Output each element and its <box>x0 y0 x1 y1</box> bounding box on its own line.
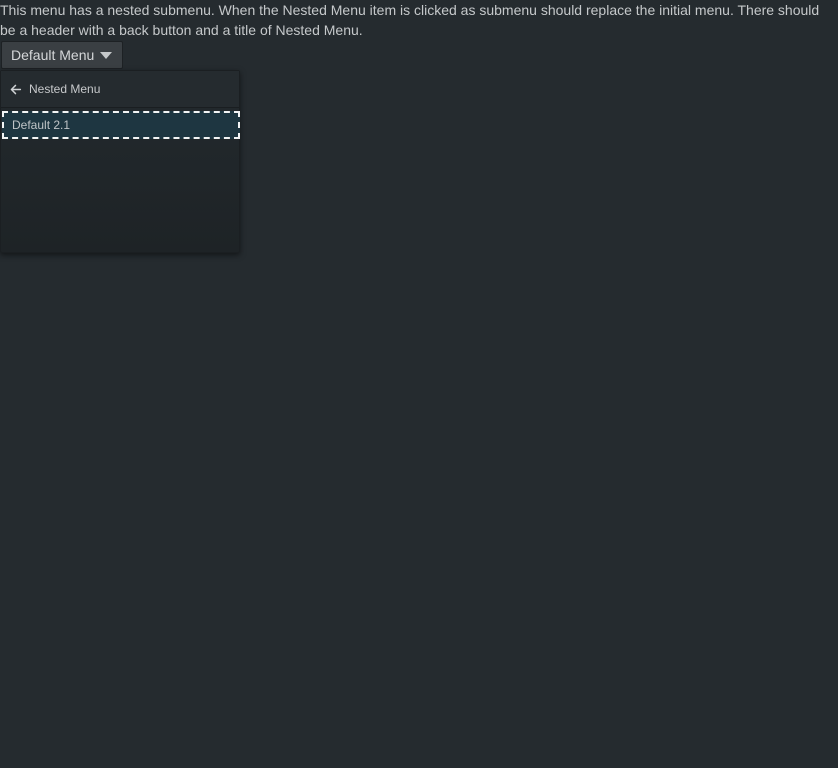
page-description: This menu has a nested submenu. When the… <box>0 2 820 38</box>
back-button[interactable] <box>1 71 29 107</box>
caret-down-icon <box>100 52 113 59</box>
submenu-header: Nested Menu <box>1 71 239 108</box>
menu-item-default-2-1[interactable]: Default 2.1 <box>2 111 240 139</box>
submenu-title: Nested Menu <box>29 82 101 96</box>
default-menu-button[interactable]: Default Menu <box>1 41 123 69</box>
arrow-left-icon <box>10 84 21 94</box>
default-menu-label: Default Menu <box>11 47 95 63</box>
nested-menu-panel: Nested Menu Default 2.1 <box>0 70 240 253</box>
